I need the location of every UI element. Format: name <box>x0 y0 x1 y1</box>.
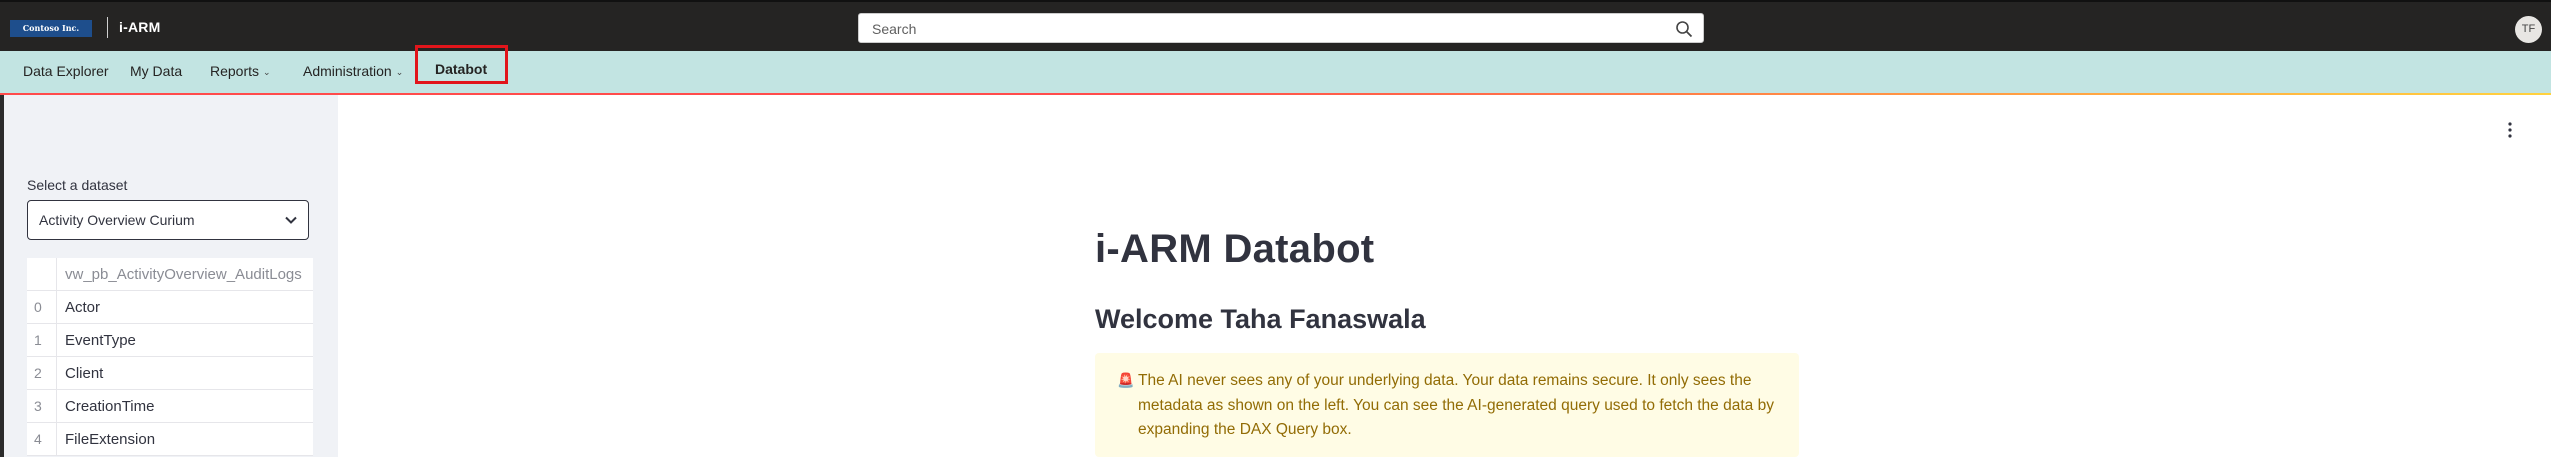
welcome-heading: Welcome Taha Fanaswala <box>1095 304 1426 334</box>
table-cell: Actor <box>65 299 101 316</box>
table-cell: CreationTime <box>65 398 155 415</box>
index-header <box>27 258 57 290</box>
row-index: 1 <box>27 324 57 356</box>
security-notice: 🚨 The AI never sees any of your underlyi… <box>1095 353 1799 457</box>
search-input[interactable]: Search <box>858 13 1704 43</box>
app-title[interactable]: i-ARM <box>119 19 160 35</box>
siren-icon: 🚨 <box>1117 372 1135 388</box>
nav-item-databot-label[interactable]: Databot <box>435 61 487 77</box>
nav-item-label: Reports <box>210 63 260 79</box>
column-header[interactable]: vw_pb_ActivityOverview_AuditLogs <box>57 258 313 290</box>
search-icon[interactable] <box>1675 20 1693 38</box>
chevron-down-icon: ⌄ <box>395 67 404 77</box>
table-row[interactable]: 1 EventType <box>27 324 313 357</box>
chevron-down-icon: ⌄ <box>263 67 271 77</box>
nav-bar: Data Explorer My Data Reports ⌄ Administr… <box>0 51 2551 94</box>
table-row[interactable]: 3 CreationTime <box>27 390 313 423</box>
company-logo[interactable]: Contoso Inc. <box>10 20 92 37</box>
more-options-icon[interactable] <box>2506 121 2514 139</box>
page-title: i-ARM Databot <box>1095 227 1375 271</box>
nav-item-label: Administration <box>303 63 392 79</box>
row-index: 0 <box>27 291 57 323</box>
table-header-row: vw_pb_ActivityOverview_AuditLogs <box>27 258 313 291</box>
top-bar: Contoso Inc. i-ARM Search TF <box>0 0 2551 51</box>
table-row[interactable]: 4 FileExtension <box>27 423 313 456</box>
nav-item-label: Data Explorer <box>23 63 109 79</box>
nav-item-data-explorer[interactable]: Data Explorer <box>23 63 109 79</box>
user-avatar[interactable]: TF <box>2515 16 2542 43</box>
metadata-table[interactable]: vw_pb_ActivityOverview_AuditLogs 0 Actor… <box>27 258 313 456</box>
table-cell: EventType <box>65 332 136 349</box>
dataset-select[interactable]: Activity Overview Curium <box>27 200 309 240</box>
sidebar: Select a dataset Activity Overview Curiu… <box>4 95 338 457</box>
chevron-down-icon[interactable] <box>284 213 298 227</box>
row-index: 2 <box>27 357 57 389</box>
table-row[interactable]: 0 Actor <box>27 291 313 324</box>
nav-item-administration[interactable]: Administration ⌄ <box>303 63 403 79</box>
row-index: 3 <box>27 390 57 422</box>
row-index: 4 <box>27 423 57 455</box>
search-placeholder: Search <box>872 21 917 37</box>
security-notice-text: The AI never sees any of your underlying… <box>1138 372 1774 438</box>
table-cell: Client <box>65 365 104 382</box>
dataset-select-value: Activity Overview Curium <box>39 212 195 228</box>
logo-divider <box>107 17 108 38</box>
nav-item-reports[interactable]: Reports ⌄ <box>210 63 271 79</box>
nav-item-label: My Data <box>130 63 183 79</box>
nav-item-my-data[interactable]: My Data <box>130 63 182 79</box>
table-row[interactable]: 2 Client <box>27 357 313 390</box>
accent-divider <box>0 93 2551 95</box>
dataset-select-label: Select a dataset <box>27 177 128 193</box>
table-cell: FileExtension <box>65 431 156 448</box>
